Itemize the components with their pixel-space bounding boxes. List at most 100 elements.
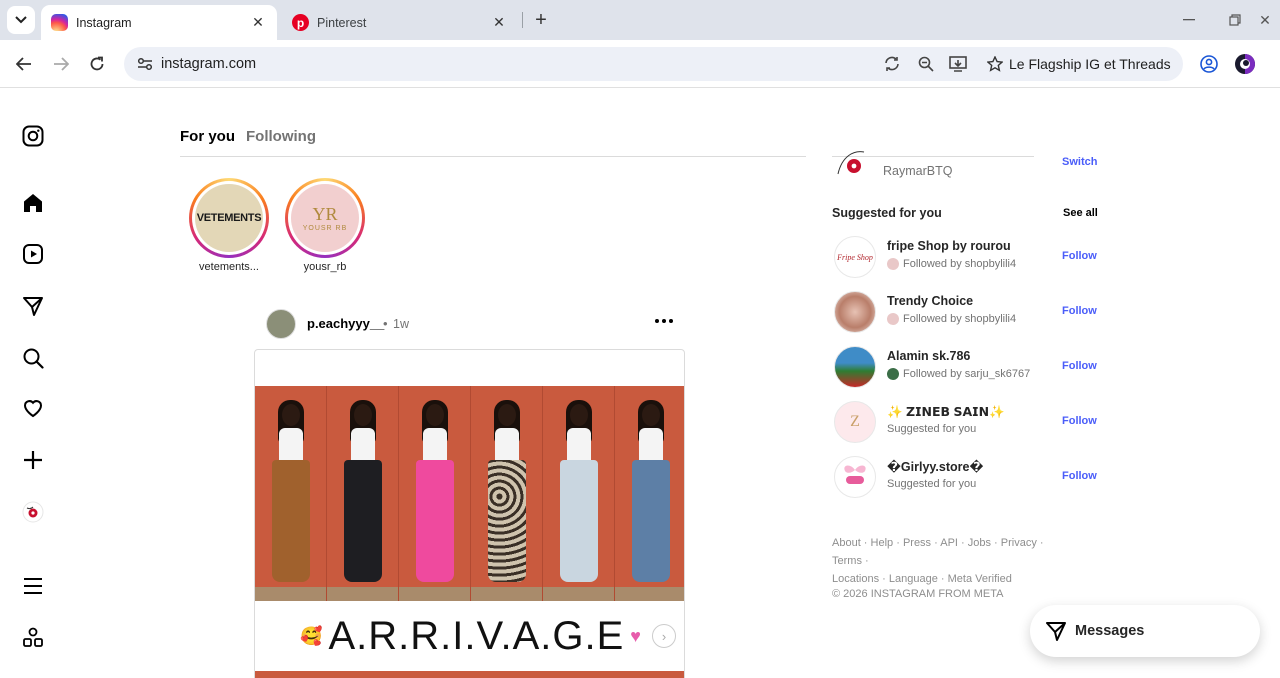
- post-separator: •: [383, 316, 388, 331]
- suggestion-name[interactable]: Alamin sk.786: [887, 349, 970, 363]
- tab-search-button[interactable]: [7, 6, 35, 34]
- tab-pinterest[interactable]: p Pinterest ✕: [282, 5, 518, 40]
- tab-following[interactable]: Following: [246, 128, 316, 145]
- suggestion-row: Z ✨ 𝗭𝗜𝗡𝗘𝗕 𝗦𝗔𝗜𝗡✨ Suggested for you Follow: [834, 399, 1098, 443]
- photo-panel: [255, 386, 327, 601]
- mutual-avatar: [887, 313, 899, 325]
- suggestion-subtitle-text: Followed by sarju_sk6767: [903, 368, 1031, 380]
- suggestion-subtitle-text: Followed by shopbylili4: [903, 313, 1017, 325]
- footer-link[interactable]: Jobs: [968, 537, 991, 549]
- instagram-page: For you Following VETEMENTS vetements...…: [0, 88, 1280, 678]
- tab-label: Instagram: [76, 15, 132, 30]
- suggestion-avatar[interactable]: [834, 346, 876, 388]
- create-post-icon[interactable]: [20, 447, 46, 473]
- address-bar[interactable]: instagram.com Le Flagship IG et Threads: [124, 47, 1183, 81]
- chevron-down-icon: [15, 16, 27, 24]
- photo-panel: [615, 386, 684, 601]
- follow-button[interactable]: Follow: [1062, 415, 1097, 427]
- browser-tab-bar: Instagram ✕ p Pinterest ✕ + ✕: [0, 0, 1280, 40]
- feed-tabs: For you Following: [180, 128, 316, 145]
- footer-link[interactable]: Language: [889, 573, 938, 585]
- translate-icon[interactable]: [881, 53, 905, 75]
- copyright-text: © 2026 INSTAGRAM FROM META: [832, 588, 1004, 600]
- suggestion-name[interactable]: fripe Shop by rourou: [887, 239, 1011, 253]
- close-tab-icon[interactable]: ✕: [249, 14, 267, 32]
- close-tab-icon[interactable]: ✕: [490, 14, 508, 32]
- post-image[interactable]: 🥰 A.R.R.I.V.A.G.E ♥ ›: [254, 349, 685, 678]
- banner-text: A.R.R.I.V.A.G.E: [328, 613, 625, 658]
- suggestion-avatar[interactable]: Z: [834, 401, 876, 443]
- story-name: yousr_rb: [303, 261, 347, 273]
- reload-button[interactable]: [84, 51, 110, 77]
- install-app-icon[interactable]: [946, 53, 970, 75]
- profile-avatar-nav[interactable]: [20, 499, 46, 525]
- photo-panel: [327, 386, 399, 601]
- footer-link[interactable]: API: [940, 537, 958, 549]
- forward-button[interactable]: [48, 51, 74, 77]
- back-button[interactable]: [11, 51, 37, 77]
- footer-link[interactable]: Press: [903, 537, 931, 549]
- photo-panel: [399, 386, 471, 601]
- footer-link[interactable]: Help: [871, 537, 894, 549]
- suggestion-row: Alamin sk.786 Followed by sarju_sk6767 F…: [834, 344, 1098, 388]
- footer-links: About · Help · Press · API · Jobs · Priv…: [832, 537, 1044, 585]
- menu-icon[interactable]: [20, 573, 46, 599]
- direct-messages-icon: [1046, 622, 1066, 641]
- current-user-avatar[interactable]: [834, 144, 874, 180]
- footer-link[interactable]: Terms: [832, 555, 862, 567]
- notifications-heart-icon[interactable]: [20, 395, 46, 421]
- story-vetements[interactable]: VETEMENTS vetements...: [189, 178, 269, 273]
- search-icon[interactable]: [20, 345, 46, 371]
- post-banner: 🥰 A.R.R.I.V.A.G.E ♥: [255, 601, 684, 671]
- post-timestamp[interactable]: 1w: [393, 317, 409, 331]
- follow-button[interactable]: Follow: [1062, 250, 1097, 262]
- story-logo-text: YOUSR RB: [302, 224, 348, 232]
- story-yousr-rb[interactable]: YR YOUSR RB yousr_rb: [285, 178, 365, 273]
- zoom-icon[interactable]: [914, 53, 938, 75]
- instagram-favicon-icon: [51, 14, 68, 31]
- switch-account-link[interactable]: Switch: [1062, 156, 1097, 168]
- account-icon[interactable]: [1196, 51, 1222, 77]
- suggestion-name[interactable]: Trendy Choice: [887, 294, 973, 308]
- footer-link[interactable]: Privacy: [1001, 537, 1037, 549]
- suggestion-subtitle-text: Followed by shopbylili4: [903, 258, 1017, 270]
- follow-button[interactable]: Follow: [1062, 470, 1097, 482]
- tab-instagram[interactable]: Instagram ✕: [41, 5, 277, 40]
- instagram-logo-icon[interactable]: [20, 123, 46, 149]
- tab-for-you[interactable]: For you: [180, 128, 235, 145]
- pink-heart-emoji-icon: ♥: [630, 625, 641, 646]
- follow-button[interactable]: Follow: [1062, 305, 1097, 317]
- footer-link[interactable]: Meta Verified: [948, 573, 1012, 585]
- photo-panel: [543, 386, 615, 601]
- more-options-icon[interactable]: [654, 313, 674, 333]
- suggestion-avatar[interactable]: [834, 291, 876, 333]
- suggestion-avatar[interactable]: Fripe Shop: [834, 236, 876, 278]
- suggested-title: Suggested for you: [832, 206, 942, 220]
- current-user-handle[interactable]: RaymarBTQ: [883, 164, 952, 178]
- site-info-icon[interactable]: [134, 53, 156, 75]
- see-all-link[interactable]: See all: [1063, 207, 1098, 219]
- direct-messages-icon[interactable]: [20, 293, 46, 319]
- next-image-icon[interactable]: ›: [652, 624, 676, 648]
- follow-button[interactable]: Follow: [1062, 360, 1097, 372]
- profile-avatar[interactable]: [1232, 51, 1258, 77]
- suggestion-subtitle: Suggested for you: [887, 423, 977, 435]
- bookmark-label[interactable]: Le Flagship IG et Threads: [1009, 56, 1171, 72]
- close-window-icon[interactable]: ✕: [1253, 8, 1277, 32]
- suggestion-row: Trendy Choice Followed by shopbylili4 Fo…: [834, 289, 1098, 333]
- suggestion-name[interactable]: �Girlyy.store�: [887, 459, 983, 474]
- home-icon[interactable]: [20, 190, 46, 216]
- more-apps-icon[interactable]: [20, 625, 46, 651]
- suggestion-name[interactable]: ✨ 𝗭𝗜𝗡𝗘𝗕 𝗦𝗔𝗜𝗡✨: [887, 404, 1005, 420]
- new-tab-button[interactable]: +: [529, 8, 553, 32]
- minimize-window-icon[interactable]: [1177, 8, 1201, 32]
- suggestion-avatar[interactable]: [834, 456, 876, 498]
- reels-icon[interactable]: [20, 241, 46, 267]
- messages-button[interactable]: Messages: [1030, 605, 1260, 657]
- post-author-avatar[interactable]: [266, 309, 296, 339]
- post-username[interactable]: p.eachyyy__: [307, 316, 384, 331]
- footer-link[interactable]: Locations: [832, 573, 879, 585]
- restore-window-icon[interactable]: [1223, 8, 1247, 32]
- bookmark-star-icon[interactable]: [983, 53, 1007, 75]
- footer-link[interactable]: About: [832, 537, 861, 549]
